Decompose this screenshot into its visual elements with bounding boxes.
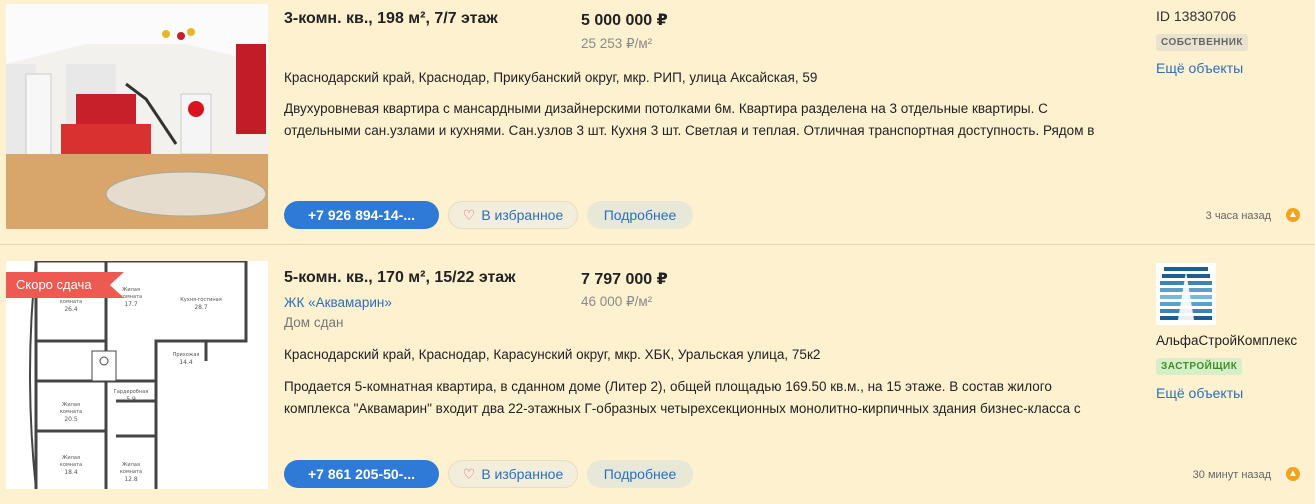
listing-id: ID 13830706 — [1156, 8, 1237, 24]
listing-address: Краснодарский край, Краснодар, Прикубанс… — [284, 70, 818, 85]
listing-photo[interactable] — [6, 4, 268, 229]
more-objects-link[interactable]: Ещё объекты — [1156, 385, 1297, 401]
listing-card: 3-комн. кв., 198 м², 7/7 этаж 5 000 000 … — [0, 0, 1315, 245]
more-objects-link[interactable]: Ещё объекты — [1156, 60, 1248, 76]
heart-icon: ♡ — [462, 206, 476, 223]
svg-text:14.4: 14.4 — [179, 359, 193, 366]
svg-text:Кухня-гостиная: Кухня-гостиная — [180, 297, 222, 303]
description-line: комплекса "Аквамарин" входит два 22-этаж… — [284, 401, 1081, 416]
description-line: Продается 5-комнатная квартира, в сданно… — [284, 379, 1052, 394]
add-favorite-button[interactable]: ♡ В избранное — [448, 201, 578, 229]
listing-price: 7 797 000 ₽ — [581, 271, 668, 288]
show-phone-button[interactable]: +7 926 894-14-... — [284, 201, 439, 229]
developer-logo[interactable] — [1156, 263, 1216, 325]
favorite-label: В избранное — [481, 466, 564, 482]
svg-text:комната: комната — [120, 294, 142, 300]
boost-up-icon[interactable]: ▲ — [1286, 467, 1300, 481]
description-line: отдельными сан.узлами и кухнями. Сан.узл… — [284, 123, 1095, 138]
svg-text:26.4: 26.4 — [64, 306, 78, 313]
time-ago: 30 минут назад — [1192, 469, 1271, 481]
svg-text:комната: комната — [120, 469, 142, 475]
seller-panel: ID 13830706 СОБСТВЕННИК Ещё объекты — [1156, 8, 1249, 76]
soon-ribbon: Скоро сдача — [6, 272, 124, 298]
price-per-m2: 46 000 ₽/м² — [581, 294, 653, 309]
svg-text:28.7: 28.7 — [194, 304, 208, 311]
details-button[interactable]: Подробнее — [587, 460, 693, 488]
developer-badge: ЗАСТРОЙЩИК — [1156, 358, 1243, 375]
svg-text:18.4: 18.4 — [64, 469, 78, 476]
complex-link[interactable]: ЖК «Аквамарин» — [284, 295, 392, 310]
listing-address: Краснодарский край, Краснодар, Карасунск… — [284, 347, 821, 362]
boost-up-icon[interactable]: ▲ — [1286, 208, 1300, 222]
developer-panel: АльфаСтройКомплекс ЗАСТРОЙЩИК Ещё объект… — [1156, 263, 1297, 401]
owner-badge: СОБСТВЕННИК — [1156, 34, 1249, 51]
svg-text:Жилая: Жилая — [122, 287, 140, 293]
svg-text:Прихожая: Прихожая — [173, 352, 200, 358]
svg-text:20.5: 20.5 — [64, 416, 78, 423]
listing-description: Двухуровневая квартира с мансардными диз… — [284, 98, 1124, 142]
listing-title[interactable]: 3-комн. кв., 198 м², 7/7 этаж — [284, 10, 498, 28]
developer-name[interactable]: АльфаСтройКомплекс — [1156, 333, 1297, 348]
svg-text:Жилая: Жилая — [62, 402, 80, 408]
svg-text:12.8: 12.8 — [124, 476, 138, 483]
listing-description: Продается 5-комнатная квартира, в сданно… — [284, 376, 1124, 420]
listing-price: 5 000 000 ₽ — [581, 12, 668, 29]
details-button[interactable]: Подробнее — [587, 201, 693, 229]
listing-title[interactable]: 5-комн. кв., 170 м², 15/22 этаж — [284, 269, 516, 287]
heart-icon: ♡ — [462, 465, 476, 482]
building-status: Дом сдан — [284, 315, 344, 330]
svg-text:комната: комната — [60, 409, 82, 415]
favorite-label: В избранное — [481, 207, 564, 223]
svg-text:5.9: 5.9 — [126, 396, 136, 403]
svg-text:комната: комната — [60, 462, 82, 468]
add-favorite-button[interactable]: ♡ В избранное — [448, 460, 578, 488]
svg-text:комната: комната — [60, 299, 82, 305]
svg-text:17.7: 17.7 — [124, 301, 138, 308]
svg-text:Гардеробная: Гардеробная — [114, 389, 148, 395]
svg-text:Жилая: Жилая — [122, 462, 140, 468]
price-per-m2: 25 253 ₽/м² — [581, 36, 653, 51]
show-phone-button[interactable]: +7 861 205-50-... — [284, 460, 439, 488]
description-line: Двухуровневая квартира с мансардными диз… — [284, 101, 1048, 116]
listing-card: Жилаякомната26.4 Жилаякомната17.7 Кухня-… — [0, 245, 1315, 504]
svg-text:Жилая: Жилая — [62, 455, 80, 461]
time-ago: 3 часа назад — [1205, 210, 1271, 222]
